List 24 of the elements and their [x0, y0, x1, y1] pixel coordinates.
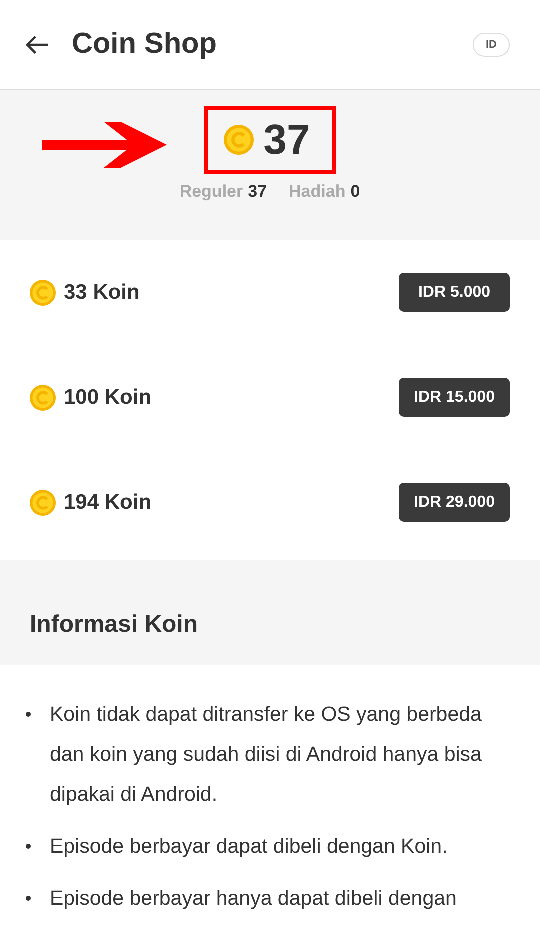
- coin-icon: [224, 125, 254, 155]
- coin-amount: 100 Koin: [64, 386, 153, 410]
- coin-amount: 33 Koin: [64, 280, 141, 304]
- section-title: Informasi Koin: [30, 610, 198, 638]
- coin-icon: [30, 490, 56, 516]
- price-button[interactable]: IDR 29.000: [399, 483, 510, 522]
- regular-label: Reguler: [180, 182, 244, 201]
- info-text: Episode berbayar dapat dibeli dengan Koin.: [50, 834, 448, 860]
- info-text: Koin tidak dapat ditransfer ke OS yang berbeda dan koin yang sudah diisi di Android hanya bisa dipakai di Android.: [50, 702, 483, 808]
- coin-balance: 37: [264, 116, 310, 164]
- price-button[interactable]: IDR 5.000: [399, 273, 510, 312]
- bullet-icon: [26, 844, 31, 849]
- price-button[interactable]: IDR 15.000: [399, 378, 510, 417]
- page-title: Coin Shop: [72, 28, 218, 61]
- bonus-value: 0: [350, 182, 360, 201]
- bullet-icon: [26, 896, 31, 901]
- bonus-label: Hadiah: [289, 182, 346, 201]
- info-text: Episode berbayar hanya dapat dibeli dengan: [50, 886, 457, 912]
- bullet-icon: [26, 712, 31, 717]
- coin-amount: 194 Koin: [64, 490, 153, 514]
- coin-icon: [30, 384, 56, 410]
- language-button[interactable]: ID: [473, 32, 510, 56]
- regular-value: 37: [248, 182, 268, 201]
- coin-icon: [30, 280, 56, 306]
